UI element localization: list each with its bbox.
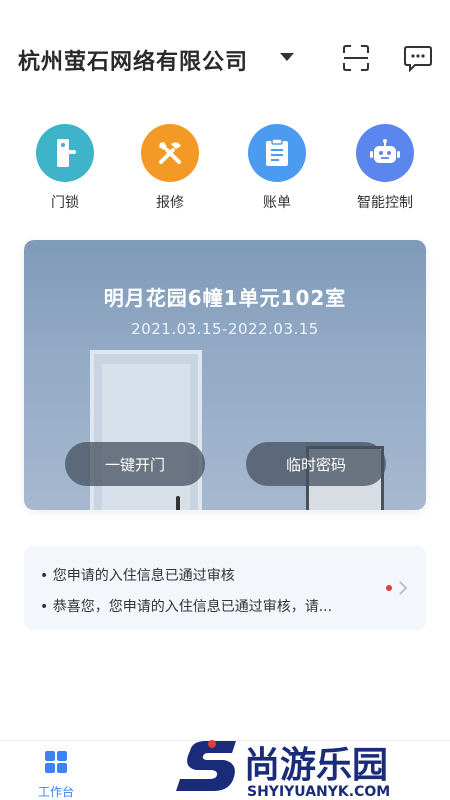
quick-actions: 门锁 报修 账单 智能控制 (0, 124, 450, 214)
action-door-lock[interactable]: 门锁 (25, 124, 105, 212)
repair-icon (141, 124, 199, 182)
watermark-logo: 尚游乐园 SHYIYUANYK.COM (172, 735, 450, 800)
action-smart-control[interactable]: 智能控制 (345, 124, 425, 212)
notice-item: • 恭喜您，您申请的入住信息已通过审核，请... (40, 599, 333, 615)
action-label: 门锁 (51, 195, 79, 211)
watermark-text: 尚游乐园 (244, 745, 388, 786)
action-repair[interactable]: 报修 (130, 124, 210, 212)
grid-icon (45, 751, 67, 773)
action-label: 报修 (156, 195, 184, 211)
unlock-button[interactable]: 一键开门 (65, 442, 205, 486)
caret-down-icon[interactable] (280, 53, 294, 61)
scan-icon[interactable] (342, 44, 370, 72)
unread-dot (386, 585, 392, 591)
action-label: 智能控制 (357, 195, 413, 211)
room-title: 明月花园6幢1单元102室 (103, 286, 347, 310)
door-illustration (90, 350, 202, 510)
action-bill[interactable]: 账单 (237, 124, 317, 212)
header: 杭州萤石网络有限公司 (0, 0, 450, 110)
door-lock-icon (36, 124, 94, 182)
message-icon[interactable] (403, 44, 433, 72)
robot-icon (356, 124, 414, 182)
notice-box[interactable]: • 您申请的入住信息已通过审核 • 恭喜您，您申请的入住信息已通过审核，请... (24, 546, 426, 630)
tab-workbench[interactable]: 工作台 (30, 749, 82, 800)
room-card[interactable]: 明月花园6幢1单元102室 2021.03.15-2022.03.15 一键开门… (24, 240, 426, 510)
notice-item: • 您申请的入住信息已通过审核 (40, 568, 235, 584)
chevron-right-icon[interactable] (397, 580, 409, 596)
tab-label: 工作台 (37, 785, 74, 799)
temp-password-button[interactable]: 临时密码 (246, 442, 386, 486)
lease-period: 2021.03.15-2022.03.15 (131, 320, 319, 338)
company-name[interactable]: 杭州萤石网络有限公司 (18, 44, 248, 76)
watermark-url: SHYIYUANYK.COM (247, 784, 390, 800)
bill-icon (248, 124, 306, 182)
action-label: 账单 (263, 195, 291, 211)
